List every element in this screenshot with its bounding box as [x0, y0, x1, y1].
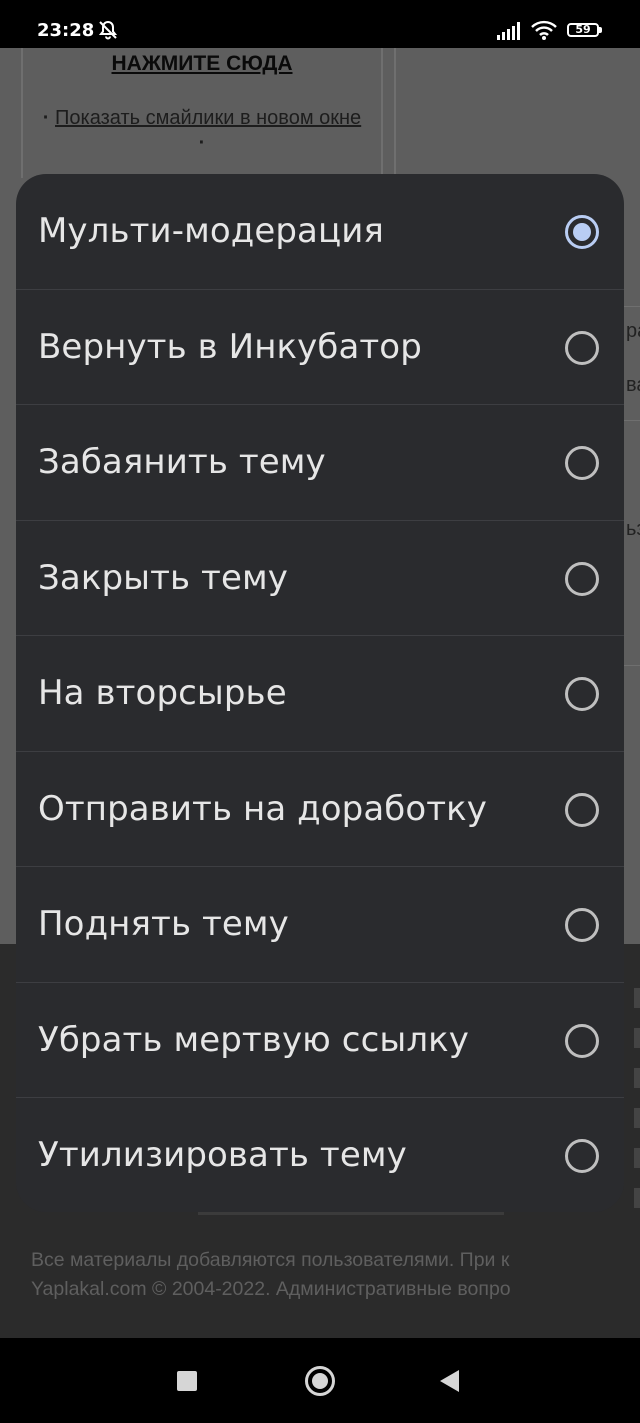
radio-unchecked-icon[interactable] [565, 908, 599, 942]
option-multi-moderation[interactable]: Мульти-модерация [16, 174, 624, 290]
status-time: 23:28 [37, 20, 95, 41]
option-label: Поднять тему [38, 904, 289, 944]
smiles-panel: НАЖМИТЕ СЮДА · Показать смайлики в новом… [21, 48, 383, 178]
option-dispose-topic[interactable]: Утилизировать тему [16, 1098, 624, 1212]
click-here-link[interactable]: НАЖМИТЕ СЮДА [23, 52, 381, 76]
option-remove-dead-link[interactable]: Убрать мертвую ссылку [16, 983, 624, 1098]
side-text-fragment: ра [626, 320, 640, 342]
right-panel [394, 48, 640, 178]
status-bar: 23:28 59 [0, 0, 640, 48]
option-send-for-revision[interactable]: Отправить на доработку [16, 752, 624, 867]
side-text-fragment: ьз [626, 518, 640, 540]
back-icon[interactable] [440, 1370, 459, 1392]
option-recycle[interactable]: На вторсырье [16, 636, 624, 752]
option-label: Утилизировать тему [38, 1135, 407, 1175]
radio-unchecked-icon[interactable] [565, 1139, 599, 1173]
option-label: Отправить на доработку [38, 788, 488, 829]
radio-unchecked-icon[interactable] [565, 792, 599, 827]
radio-unchecked-icon[interactable] [565, 446, 599, 480]
option-label: Убрать мертвую ссылку [38, 1019, 470, 1060]
notifications-off-icon [97, 19, 119, 46]
wifi-icon [531, 20, 557, 45]
signal-icon [497, 22, 521, 45]
radio-checked-icon[interactable] [565, 215, 599, 249]
option-label: Вернуть в Инкубатор [38, 326, 422, 367]
option-label: Закрыть тему [38, 557, 288, 598]
side-text-fragment: ва [626, 374, 640, 396]
option-label: Мульти-модерация [38, 211, 384, 251]
recents-icon[interactable] [177, 1371, 197, 1391]
option-label: Забаянить тему [38, 442, 326, 482]
radio-unchecked-icon[interactable] [565, 330, 599, 365]
option-return-to-incubator[interactable]: Вернуть в Инкубатор [16, 290, 624, 405]
option-mark-as-old[interactable]: Забаянить тему [16, 405, 624, 521]
radio-unchecked-icon[interactable] [565, 561, 599, 596]
battery-icon: 59 [567, 23, 602, 37]
footer-text: Все материалы добавляются пользователями… [31, 1249, 511, 1300]
moderation-dialog: Мульти-модерация Вернуть в Инкубатор Заб… [16, 174, 624, 1212]
option-label: На вторсырье [38, 673, 287, 713]
option-close-topic[interactable]: Закрыть тему [16, 521, 624, 636]
option-bump-topic[interactable]: Поднять тему [16, 867, 624, 983]
radio-unchecked-icon[interactable] [565, 1023, 599, 1058]
home-icon[interactable] [305, 1366, 335, 1396]
navigation-bar [0, 1338, 640, 1423]
show-smiles-link[interactable]: · Показать смайлики в новом окне · [41, 106, 363, 156]
radio-unchecked-icon[interactable] [565, 677, 599, 711]
